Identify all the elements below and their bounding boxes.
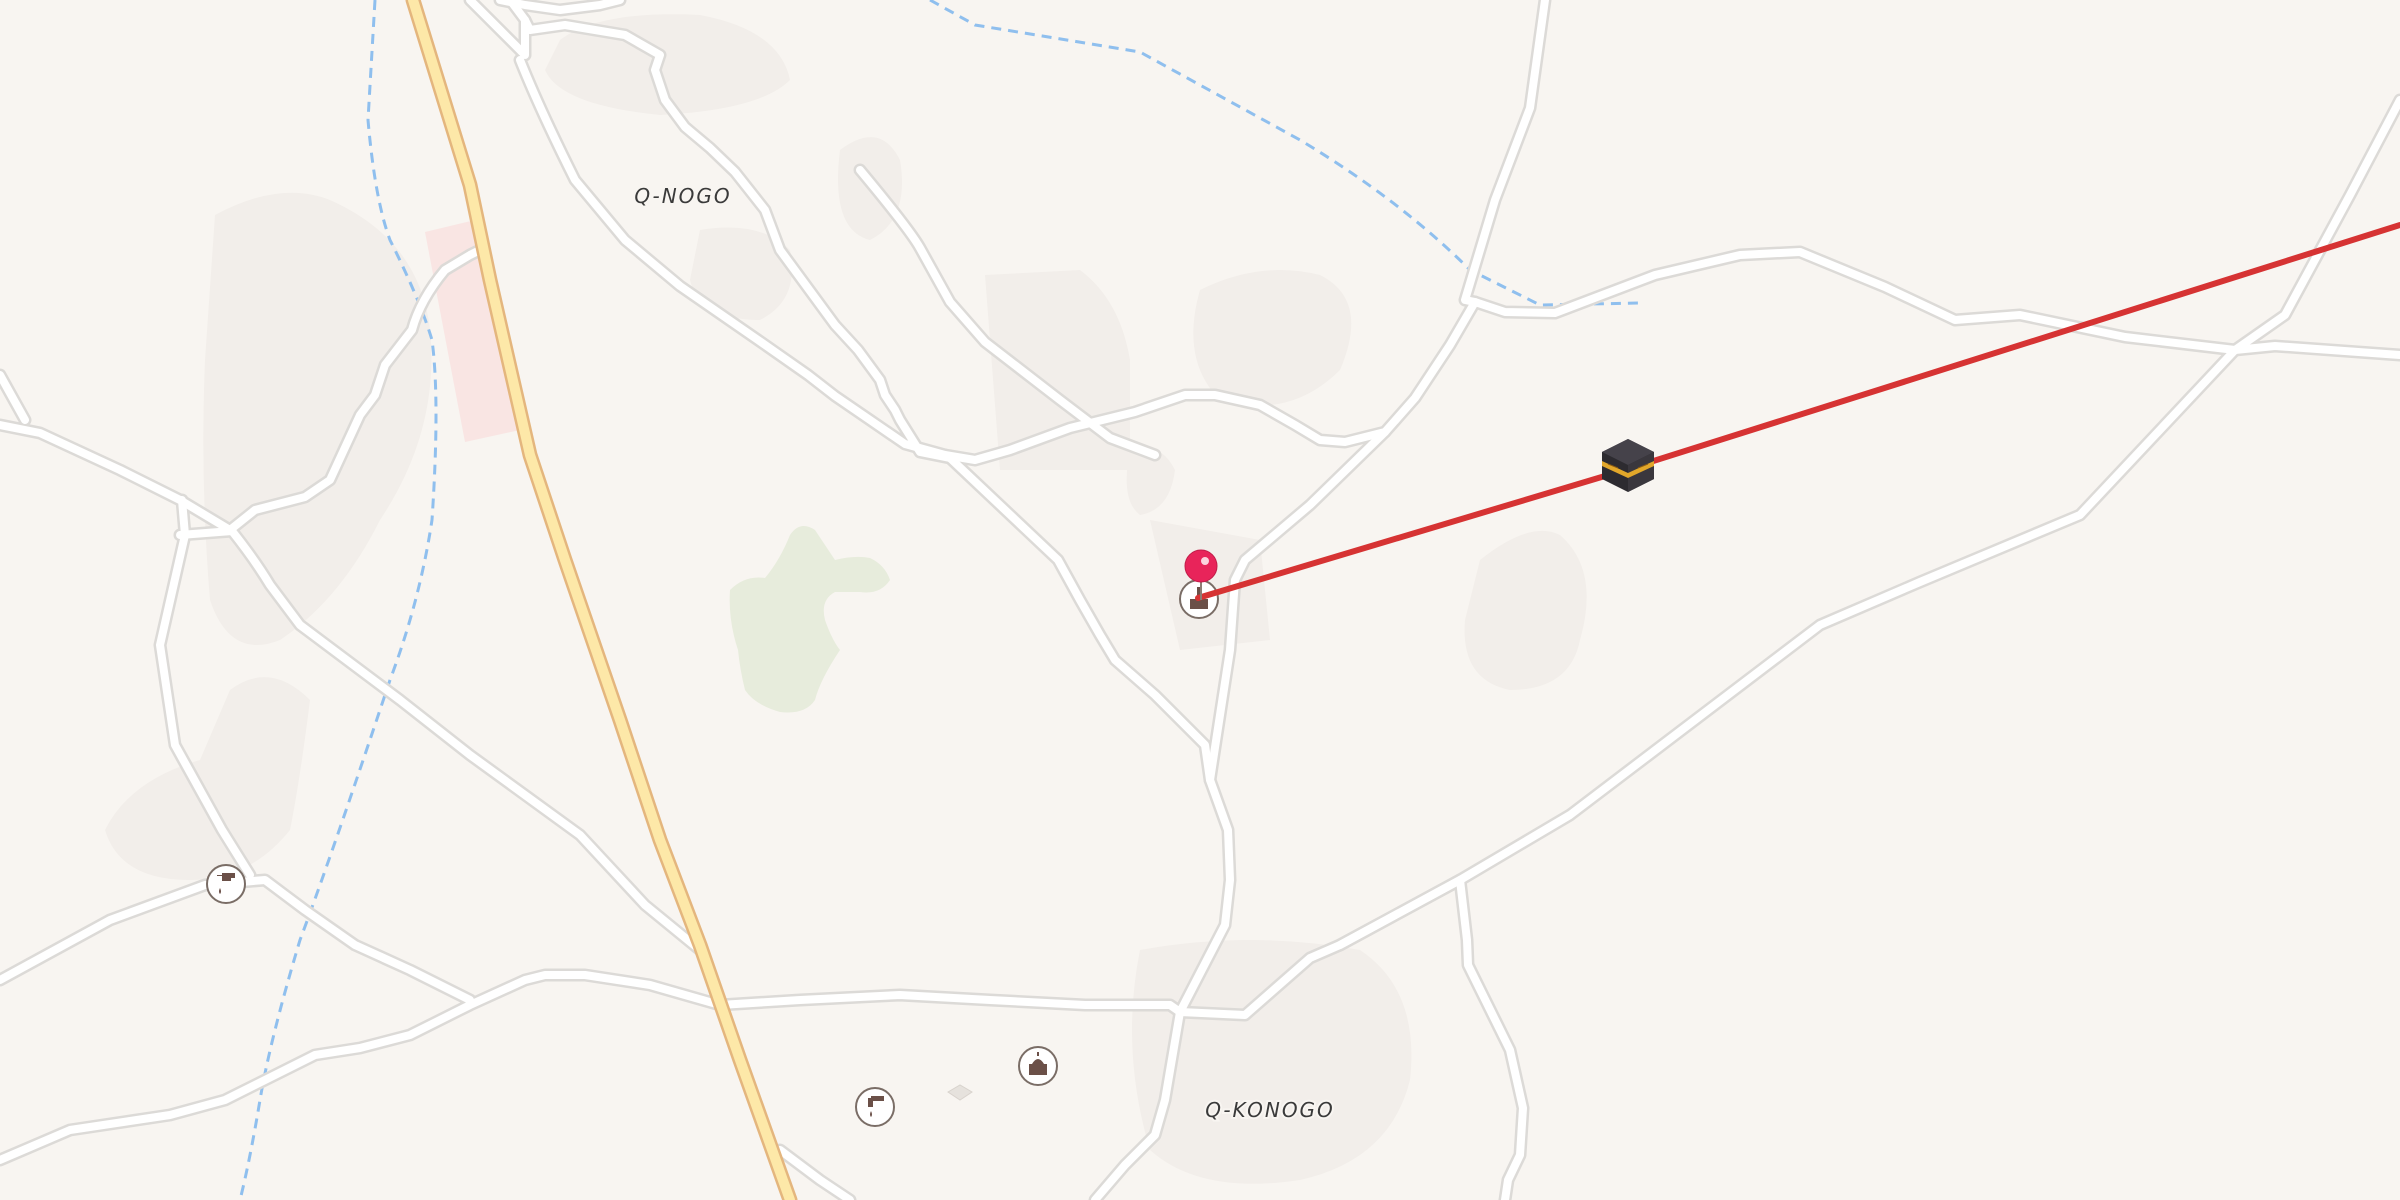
map-canvas[interactable]: Q-NOGO Q-KONOGO [0,0,2400,1200]
mosque-icon[interactable] [1018,1046,1058,1086]
place-label-q-nogo: Q-NOGO [634,184,731,208]
water-tap-icon[interactable] [206,864,246,904]
water-tap-icon[interactable] [855,1087,895,1127]
place-label-q-konogo: Q-KONOGO [1205,1098,1335,1122]
